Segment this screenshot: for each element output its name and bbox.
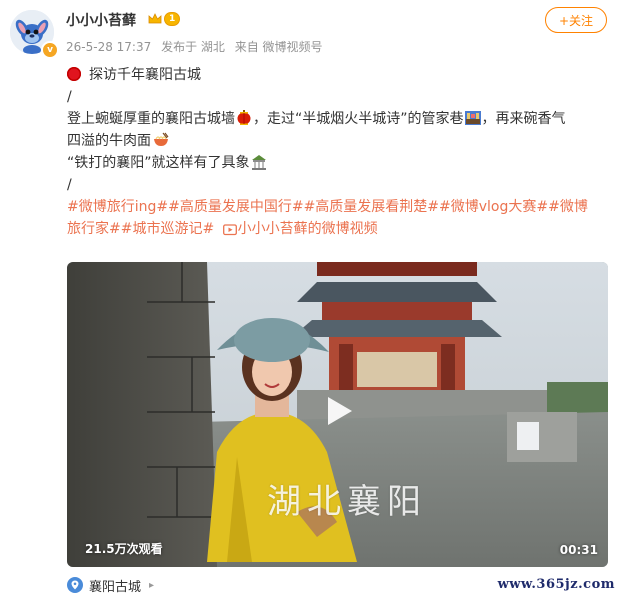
chevron-right-icon: ▸	[149, 579, 155, 591]
street-scene-icon	[464, 111, 481, 125]
post-location: 发布于 湖北	[161, 40, 225, 54]
post-title-line: 探访千年襄阳古城	[67, 64, 612, 86]
video-icon	[222, 224, 237, 236]
post-text-1c: ，再来碗香气	[481, 111, 566, 127]
divider-line-2: /	[67, 177, 72, 193]
username[interactable]: 小小小苔藓	[66, 10, 136, 30]
noodle-bowl-icon	[154, 132, 169, 146]
location-tag[interactable]: 襄阳古城 ▸	[67, 575, 154, 595]
red-circle-icon	[67, 67, 81, 81]
lantern-icon	[237, 110, 251, 125]
post-source[interactable]: 来自 微博视频号	[235, 40, 323, 54]
hashtag-line-2: 旅行家##城市巡游记# 小小小苔藓的微博视频	[67, 218, 612, 240]
post-time[interactable]: 26-5-28 17:37	[66, 40, 151, 54]
site-watermark: www.365jz.com	[497, 577, 615, 592]
post-text-1b: ，走过“半城烟火半城诗”的管家巷	[253, 111, 464, 127]
post-title: 探访千年襄阳古城	[89, 67, 201, 83]
vip-badge[interactable]: 1	[148, 11, 181, 27]
video-overlay-text: 湖北襄阳	[267, 482, 427, 522]
follow-button[interactable]: +关注	[545, 7, 607, 33]
post-line-3: “铁打的襄阳”就这样有了具象	[67, 152, 612, 174]
vip-level: 1	[164, 12, 181, 26]
divider-line: /	[67, 89, 72, 105]
video-link[interactable]: 小小小苔藓的微博视频	[238, 221, 378, 237]
post-line-2: 四溢的牛肉面	[67, 130, 612, 152]
hashtags: #微博旅行ing##高质量发展中国行##高质量发展看荆楚##微博vlog大赛##…	[67, 196, 612, 240]
post-text-1a: 登上蜿蜒厚重的襄阳古城墙	[67, 111, 235, 127]
avatar[interactable]: v	[10, 10, 59, 59]
landmark-icon	[251, 155, 266, 170]
video-views: 21.5万次观看	[85, 542, 163, 556]
post-text-2: 四溢的牛肉面	[67, 133, 151, 149]
post-content: 探访千年襄阳古城 / 登上蜿蜒厚重的襄阳古城墙 ，走过“半城烟火半城诗”的管家巷 ，…	[67, 64, 612, 240]
location-pin-icon	[67, 577, 83, 593]
crown-icon	[148, 13, 162, 24]
play-icon[interactable]	[322, 395, 354, 427]
hashtag-line-2-text[interactable]: 旅行家##城市巡游记#	[67, 221, 214, 237]
location-name: 襄阳古城	[89, 579, 142, 595]
post-line-1: 登上蜿蜒厚重的襄阳古城墙 ，走过“半城烟火半城诗”的管家巷 ，再来碗香气	[67, 108, 612, 130]
post-text-3: “铁打的襄阳”就这样有了具象	[67, 155, 250, 171]
video-player[interactable]: 湖北襄阳 21.5万次观看 00:31	[67, 262, 608, 567]
post-meta: 26-5-28 17:37 发布于 湖北 来自 微博视频号	[66, 38, 329, 55]
hashtag-line-1[interactable]: #微博旅行ing##高质量发展中国行##高质量发展看荆楚##微博vlog大赛##…	[67, 196, 612, 218]
video-duration: 00:31	[559, 543, 598, 557]
verified-badge-icon: v	[41, 41, 59, 59]
